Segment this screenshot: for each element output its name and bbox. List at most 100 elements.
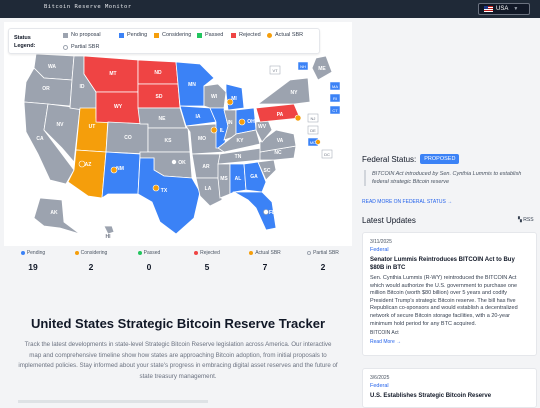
svg-text:CT: CT xyxy=(332,108,338,113)
rss-icon: ▚ xyxy=(518,217,522,223)
svg-text:KS: KS xyxy=(165,138,173,144)
svg-text:DC: DC xyxy=(324,152,330,157)
state-ak[interactable] xyxy=(33,197,81,235)
svg-text:NH: NH xyxy=(300,64,306,69)
svg-text:NJ: NJ xyxy=(311,116,316,121)
country-selector-button[interactable]: USA ▼ xyxy=(478,3,530,15)
chevron-down-icon: ▼ xyxy=(513,6,519,12)
status-stats: Pending 19 Considering 2 Passed 0 Reject… xyxy=(4,250,352,282)
svg-text:HI: HI xyxy=(106,234,112,240)
svg-text:RI: RI xyxy=(333,96,337,101)
us-states-map[interactable]: MT ND SD WY NE KS NM UT CO NV CA OR WA I… xyxy=(4,22,352,246)
svg-text:NY: NY xyxy=(291,90,299,96)
svg-text:WV: WV xyxy=(258,124,267,130)
legend-item-no-proposal: No proposal xyxy=(63,32,101,38)
svg-text:AK: AK xyxy=(50,210,58,216)
top-navbar: Bitcoin Reserve Monitor USA ▼ xyxy=(0,0,540,18)
svg-text:IL: IL xyxy=(220,128,224,134)
actual-sbr-marker-mi[interactable] xyxy=(226,98,234,106)
update-body: Sen. Cynthia Lummis (R-WY) reintroduced … xyxy=(370,275,518,327)
partial-sbr-marker-ok[interactable] xyxy=(171,159,177,165)
stat-actual-sbr: Actual SBR 7 xyxy=(236,250,294,272)
svg-text:MO: MO xyxy=(198,136,206,142)
svg-text:LA: LA xyxy=(205,186,212,192)
update-category: Federal xyxy=(370,383,389,389)
svg-text:CA: CA xyxy=(36,136,44,142)
circle-icon xyxy=(267,32,272,38)
status-dot-icon xyxy=(20,251,25,255)
svg-text:TN: TN xyxy=(235,154,242,160)
site-title[interactable]: Bitcoin Reserve Monitor xyxy=(44,4,132,10)
square-icon xyxy=(63,32,68,38)
svg-text:WA: WA xyxy=(48,64,56,70)
svg-text:ND: ND xyxy=(154,70,162,76)
svg-text:ME: ME xyxy=(318,66,326,72)
actual-sbr-marker-nm[interactable] xyxy=(110,166,118,174)
square-icon xyxy=(197,32,202,38)
status-dot-icon xyxy=(74,251,79,255)
svg-text:OK: OK xyxy=(178,160,186,166)
read-more-link[interactable]: Read More → xyxy=(370,339,529,345)
svg-text:OR: OR xyxy=(42,86,50,92)
legend-item-actual-sbr: Actual SBR xyxy=(267,32,303,38)
actual-sbr-marker-md[interactable] xyxy=(294,114,302,122)
status-dot-icon xyxy=(249,251,254,255)
svg-text:IN: IN xyxy=(228,120,233,126)
actual-sbr-marker-box-md xyxy=(315,139,321,145)
svg-text:NC: NC xyxy=(274,150,282,156)
update-card: 3/11/2025 Federal Senator Lummis Reintro… xyxy=(362,232,537,356)
svg-text:SC: SC xyxy=(264,168,271,174)
read-more-federal-link[interactable]: READ MORE ON FEDERAL STATUS → xyxy=(362,199,452,205)
country-label: USA xyxy=(496,6,509,12)
svg-text:MN: MN xyxy=(188,82,196,88)
partial-text-line xyxy=(18,400,208,403)
svg-text:SD: SD xyxy=(156,94,163,100)
federal-status-note: BITCOIN Act introduced by Sen. Cynthia L… xyxy=(364,170,536,186)
rss-link[interactable]: ▚ RSS xyxy=(518,217,534,223)
svg-text:MT: MT xyxy=(109,71,116,77)
legend-item-pending: Pending xyxy=(119,32,147,38)
legend-item-partial-sbr: Partial SBR xyxy=(63,44,99,50)
state-hi[interactable] xyxy=(103,225,115,235)
actual-sbr-marker-il[interactable] xyxy=(210,126,218,134)
status-dot-icon xyxy=(137,251,142,255)
status-badge: PROPOSED xyxy=(420,154,460,164)
svg-text:IA: IA xyxy=(196,114,201,120)
update-card: 3/6/2025 Federal U.S. Establishes Strate… xyxy=(362,368,537,408)
svg-text:WY: WY xyxy=(114,104,123,110)
partial-sbr-marker-fl[interactable] xyxy=(263,209,269,215)
status-dot-icon xyxy=(194,251,199,255)
status-legend: Status Legend: No proposal Pending Consi… xyxy=(8,28,320,54)
update-title[interactable]: U.S. Establishes Strategic Bitcoin Reser… xyxy=(370,392,529,400)
state-nm[interactable] xyxy=(101,151,141,199)
svg-text:MA: MA xyxy=(332,84,338,89)
update-title[interactable]: Senator Lummis Reintroduces BITCOIN Act … xyxy=(370,256,529,272)
svg-text:VT: VT xyxy=(272,68,278,73)
stat-passed: Passed 0 xyxy=(120,250,178,272)
legend-title: Status Legend: xyxy=(14,35,36,49)
update-date: 3/11/2025 xyxy=(370,239,392,245)
svg-text:CO: CO xyxy=(124,135,132,141)
svg-text:UT: UT xyxy=(89,124,96,130)
stat-partial-sbr: Partial SBR 2 xyxy=(294,250,352,272)
svg-text:NE: NE xyxy=(159,116,167,122)
svg-text:GA: GA xyxy=(250,174,258,180)
svg-text:WI: WI xyxy=(211,94,218,100)
actual-sbr-marker-tx[interactable] xyxy=(152,184,160,192)
circle-outline-icon xyxy=(63,44,68,50)
square-icon xyxy=(119,32,124,38)
square-icon xyxy=(154,32,159,38)
actual-sbr-marker-oh[interactable] xyxy=(238,118,246,126)
svg-text:KY: KY xyxy=(237,138,245,144)
svg-text:AZ: AZ xyxy=(85,162,92,168)
state-ny[interactable] xyxy=(256,77,311,105)
latest-updates-heading: Latest Updates xyxy=(362,216,416,225)
svg-text:OH: OH xyxy=(247,119,255,125)
stat-rejected: Rejected 5 xyxy=(178,250,236,272)
update-source: BITCOIN Act xyxy=(370,330,399,337)
legend-item-passed: Passed xyxy=(197,32,223,38)
svg-text:PA: PA xyxy=(277,112,284,118)
legend-item-considering: Considering xyxy=(154,32,191,38)
page-title: United States Strategic Bitcoin Reserve … xyxy=(30,316,326,331)
federal-status-label: Federal Status: xyxy=(362,154,417,164)
